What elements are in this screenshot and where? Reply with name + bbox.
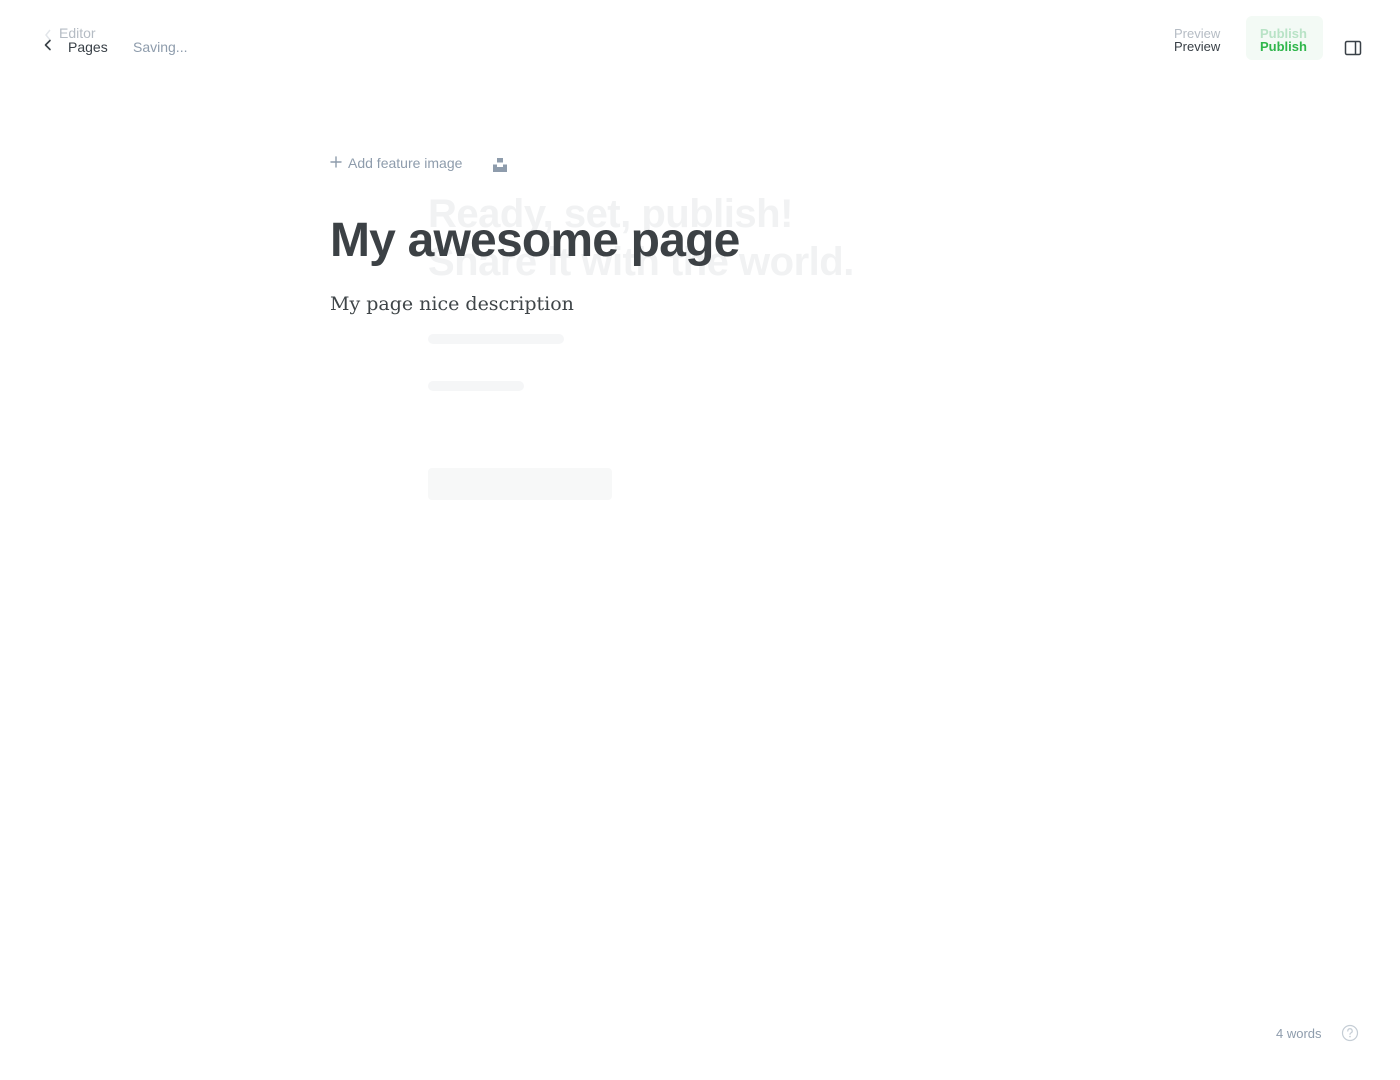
- sidebar-toggle-icon[interactable]: [1343, 38, 1363, 58]
- question-circle-icon[interactable]: [1341, 1024, 1359, 1042]
- publish-button[interactable]: Publish: [1260, 39, 1307, 54]
- page-title[interactable]: My awesome page: [330, 212, 1090, 270]
- word-count: 4 words: [1276, 1026, 1322, 1041]
- plus-icon: [330, 155, 348, 171]
- ghost-text-line: [428, 381, 524, 391]
- editor-page: Editor Preview Publish Ready, set, publi…: [0, 0, 1400, 1080]
- preview-button[interactable]: Preview: [1174, 39, 1220, 54]
- chevron-left-icon: [42, 38, 68, 56]
- page-excerpt[interactable]: My page nice description: [330, 290, 1090, 318]
- back-to-pages-link[interactable]: Pages: [42, 36, 108, 58]
- back-link-label: Pages: [68, 39, 108, 55]
- save-status: Saving...: [133, 39, 188, 55]
- ghost-button: [428, 468, 612, 500]
- ghost-text-line: [428, 334, 564, 344]
- add-feature-image-label: Add feature image: [348, 155, 463, 171]
- unsplash-icon[interactable]: [492, 157, 508, 173]
- add-feature-image-button[interactable]: Add feature image: [330, 155, 462, 171]
